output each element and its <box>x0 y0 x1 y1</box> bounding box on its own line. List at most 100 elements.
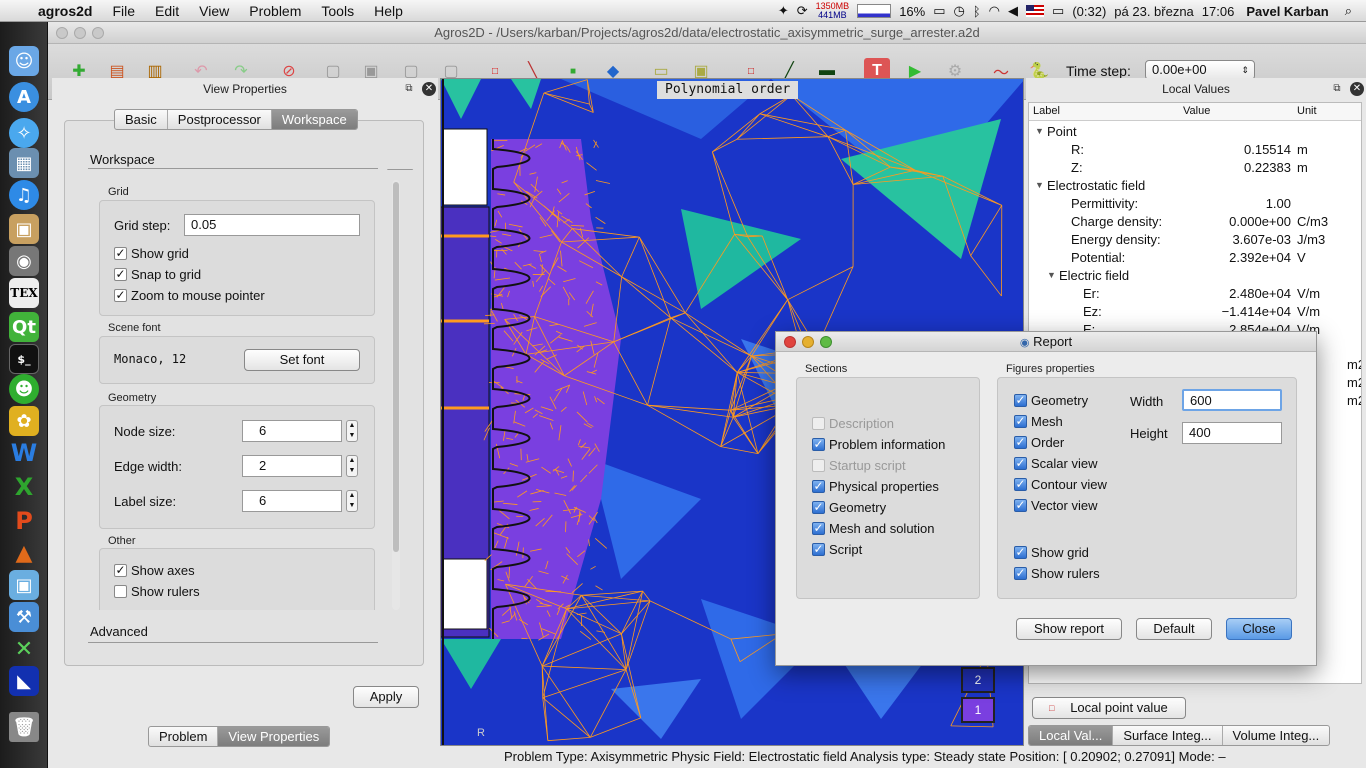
virtualbox-icon[interactable]: ▣ <box>9 570 39 600</box>
menu-tools[interactable]: Tools <box>311 3 364 19</box>
figure-checkbox[interactable]: ✓ Vector view <box>1014 498 1097 513</box>
figure-checkbox[interactable]: ✓ Mesh <box>1014 414 1063 429</box>
preview-icon[interactable]: ▦ <box>9 148 39 178</box>
tree-group-row[interactable]: ▼ Electric field <box>1029 267 1361 285</box>
show-rulers-checkbox[interactable]: Show rulers <box>114 584 200 599</box>
tree-row[interactable]: Z: 0.22383 m <box>1029 159 1361 177</box>
figure-checkbox[interactable]: ✓ Contour view <box>1014 477 1107 492</box>
powerpoint-icon[interactable]: P <box>9 506 39 536</box>
cpu-graph-icon[interactable] <box>857 4 892 18</box>
node-size-input[interactable]: 6 <box>242 420 342 442</box>
col-value-header[interactable]: Value <box>1183 105 1210 117</box>
default-button[interactable]: Default <box>1136 618 1212 640</box>
zoom-to-mouse-checkbox[interactable]: ✓ Zoom to mouse pointer <box>114 288 265 303</box>
tree-row[interactable]: Er: 2.480e+04 V/m <box>1029 285 1361 303</box>
dropbox-icon[interactable]: ✦ <box>778 3 789 19</box>
tab-workspace[interactable]: Workspace <box>271 110 357 129</box>
finder-icon[interactable]: ☺ <box>9 46 39 76</box>
tex-icon[interactable]: TEX <box>9 278 39 308</box>
section-checkbox[interactable]: ✓ Physical properties <box>812 479 939 494</box>
zoom-dialog-button[interactable] <box>820 336 832 348</box>
label-size-stepper[interactable]: ▲ ▼ <box>346 490 358 512</box>
display-icon[interactable]: ▭ <box>933 3 945 19</box>
menu-view[interactable]: View <box>189 3 239 19</box>
matlab-icon[interactable]: ▲ <box>9 538 39 568</box>
qt-creator-icon[interactable]: Qt <box>9 312 39 342</box>
cpu-percent[interactable]: 16% <box>899 4 925 19</box>
col-label-header[interactable]: Label <box>1033 105 1060 117</box>
safari-icon[interactable]: ✧ <box>9 118 39 148</box>
show-axes-checkbox[interactable]: ✓ Show axes <box>114 563 195 578</box>
excel-icon[interactable]: X <box>9 472 39 502</box>
menu-problem[interactable]: Problem <box>239 3 311 19</box>
show-grid-checkbox[interactable]: ✓ Show grid <box>114 246 189 261</box>
menu-file[interactable]: File <box>102 3 145 19</box>
itunes-icon[interactable]: ♫ <box>9 180 39 210</box>
tree-group-row[interactable]: ▼ Point <box>1029 123 1361 141</box>
tree-row[interactable]: Energy density: 3.607e-03 J/m3 <box>1029 231 1361 249</box>
tree-row[interactable]: Potential: 2.392e+04 V <box>1029 249 1361 267</box>
section-checkbox[interactable]: ✓ Problem information <box>812 437 945 452</box>
figure-checkbox[interactable]: ✓ Order <box>1014 435 1064 450</box>
memory-monitor[interactable]: 1350MB 441MB <box>816 2 850 20</box>
clock-date[interactable]: pá 23. března <box>1114 4 1194 19</box>
menu-edit[interactable]: Edit <box>145 3 189 19</box>
pidgin-icon[interactable]: ✿ <box>9 406 39 436</box>
terminal-icon[interactable]: $_ <box>9 344 39 374</box>
trash-icon[interactable]: 🗑 <box>9 712 39 742</box>
battery-icon[interactable]: ▭ <box>1052 3 1064 19</box>
zoom-window-button[interactable] <box>92 27 104 39</box>
inkscape-icon[interactable]: ✕ <box>9 634 39 664</box>
tab-local-values[interactable]: Local Val... <box>1029 726 1114 745</box>
menu-help[interactable]: Help <box>364 3 413 19</box>
menu-app-name[interactable]: agros2d <box>28 3 102 19</box>
tab-view-properties[interactable]: View Properties <box>218 727 330 746</box>
disclosure-triangle-icon[interactable]: ▼ <box>1047 270 1056 280</box>
volume-icon[interactable]: ◀ <box>1008 3 1018 19</box>
app-store-icon[interactable]: A <box>9 82 39 112</box>
flag-icon[interactable] <box>1026 5 1045 17</box>
edge-width-stepper[interactable]: ▲ ▼ <box>346 455 358 477</box>
scrollbar-thumb[interactable] <box>393 182 399 552</box>
clock-time[interactable]: 17:06 <box>1202 4 1235 19</box>
height-input[interactable]: 400 <box>1182 422 1282 444</box>
minimize-window-button[interactable] <box>74 27 86 39</box>
snap-to-grid-checkbox[interactable]: ✓ Snap to grid <box>114 267 201 282</box>
grid-step-input[interactable]: 0.05 <box>184 214 360 236</box>
disclosure-triangle-icon[interactable]: ▼ <box>1035 180 1044 190</box>
sync-icon[interactable]: ⟳ <box>797 3 808 19</box>
image-capture-icon[interactable]: ◉ <box>9 246 39 276</box>
adium-icon[interactable]: ☻ <box>9 374 39 404</box>
battery-time[interactable]: (0:32) <box>1072 4 1106 19</box>
close-dialog-button[interactable] <box>784 336 796 348</box>
tab-problem[interactable]: Problem <box>149 727 219 746</box>
workspace-scrollbar[interactable] <box>392 180 400 610</box>
tab-surface-integrals[interactable]: Surface Integ... <box>1113 726 1223 745</box>
tab-volume-integrals[interactable]: Volume Integ... <box>1223 726 1330 745</box>
figure-checkbox[interactable]: ✓ Scalar view <box>1014 456 1097 471</box>
tree-group-row[interactable]: ▼ Electrostatic field <box>1029 177 1361 195</box>
width-input[interactable]: 600 <box>1182 389 1282 411</box>
label-size-input[interactable]: 6 <box>242 490 342 512</box>
figure-checkbox[interactable]: ✓ Show rulers <box>1014 566 1100 581</box>
set-font-button[interactable]: Set font <box>244 349 360 371</box>
section-checkbox[interactable]: ✓ Script <box>812 542 862 557</box>
workspace-section-title[interactable]: Workspace <box>90 152 155 167</box>
tree-row[interactable]: Charge density: 0.000e+00 C/m3 <box>1029 213 1361 231</box>
figure-checkbox[interactable]: ✓ Geometry <box>1014 393 1088 408</box>
gnuplot-icon[interactable]: ◣ <box>9 666 39 696</box>
show-report-button[interactable]: Show report <box>1016 618 1122 640</box>
figure-checkbox[interactable]: ✓ Show grid <box>1014 545 1089 560</box>
word-icon[interactable]: W <box>9 438 39 468</box>
section-checkbox[interactable]: ✓ Geometry <box>812 500 886 515</box>
section-checkbox[interactable]: ✓ Mesh and solution <box>812 521 935 536</box>
close-panel-icon[interactable]: ✕ <box>1350 82 1364 96</box>
edge-width-input[interactable]: 2 <box>242 455 342 477</box>
tab-basic[interactable]: Basic <box>115 110 168 129</box>
iphoto-icon[interactable]: ▣ <box>9 214 39 244</box>
float-panel-icon[interactable]: ⧉ <box>1330 82 1344 96</box>
minimize-dialog-button[interactable] <box>802 336 814 348</box>
close-window-button[interactable] <box>56 27 68 39</box>
tab-postprocessor[interactable]: Postprocessor <box>168 110 272 129</box>
col-unit-header[interactable]: Unit <box>1297 105 1317 117</box>
